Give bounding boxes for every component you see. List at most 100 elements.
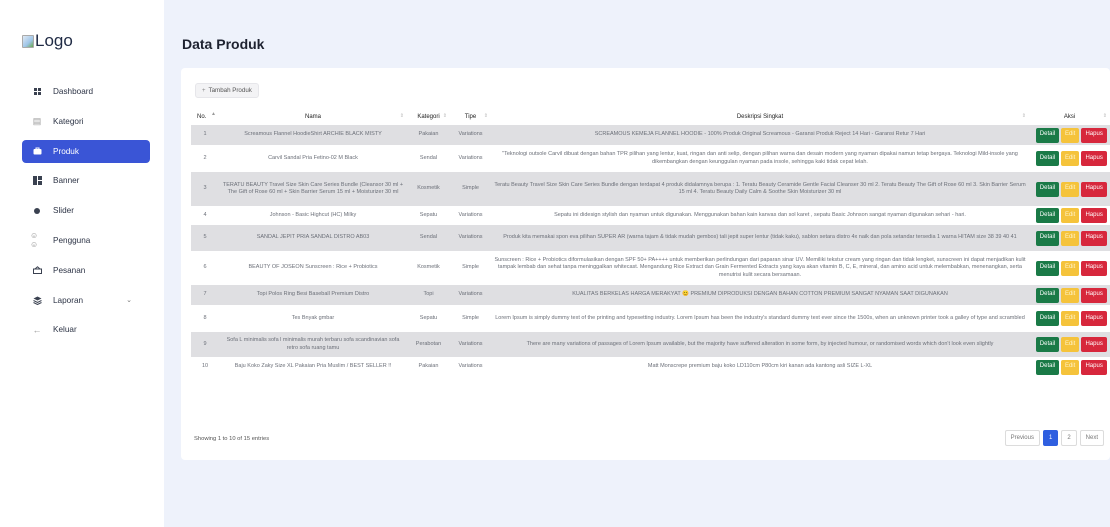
- edit-button[interactable]: Edit: [1060, 208, 1080, 223]
- table-row: 2 Carvil Sandal Pria Fetino-02 M Black Sen…: [191, 145, 1110, 172]
- delete-button[interactable]: Hapus: [1081, 287, 1107, 303]
- sidebar-item-label: Laporan: [53, 295, 84, 305]
- column-header-aksi[interactable]: Aksi ⇕: [1029, 108, 1110, 125]
- cell-nama: Sofa L minimalis sofa l minimalis murah …: [219, 332, 407, 357]
- delete-button[interactable]: Hapus: [1081, 181, 1107, 197]
- cell-tipe: Variations: [450, 206, 491, 225]
- edit-button[interactable]: Edit: [1060, 181, 1080, 197]
- table-row: 8 Tes Bnyak gmbar Sepatu Simple Lorem Ipsum …: [191, 305, 1110, 332]
- column-header-deskripsi[interactable]: Deskripsi Singkat ⇕: [491, 108, 1029, 125]
- add-product-button[interactable]: + Tambah Produk: [195, 83, 259, 98]
- cell-kategori: Pakaian: [407, 357, 450, 377]
- sidebar-item-banner[interactable]: Banner: [22, 169, 150, 192]
- detail-button[interactable]: Detail: [1036, 151, 1059, 166]
- users-icon: ☺☺: [30, 231, 39, 250]
- edit-button[interactable]: Edit: [1060, 127, 1080, 143]
- edit-button[interactable]: Edit: [1060, 311, 1080, 326]
- sort-asc-icon: ▲: [211, 111, 216, 117]
- cell-kategori: Sepatu: [407, 206, 450, 225]
- detail-button[interactable]: Detail: [1036, 181, 1059, 197]
- detail-button[interactable]: Detail: [1036, 230, 1059, 246]
- broken-image-icon: [22, 34, 34, 48]
- pagination-page-1[interactable]: 1: [1042, 430, 1059, 446]
- sort-icon: ⇕: [1021, 113, 1026, 119]
- pagination-previous[interactable]: Previous: [1004, 430, 1040, 446]
- detail-button[interactable]: Detail: [1036, 337, 1059, 352]
- sidebar-item-label: Pengguna: [53, 235, 91, 245]
- table-row: 9 Sofa L minimalis sofa l minimalis murah…: [191, 332, 1110, 357]
- detail-button[interactable]: Detail: [1036, 208, 1059, 223]
- sidebar-item-label: Slider: [53, 206, 74, 216]
- cell-tipe: Variations: [450, 285, 491, 305]
- delete-button[interactable]: Hapus: [1081, 127, 1107, 143]
- delete-button[interactable]: Hapus: [1081, 208, 1107, 223]
- column-header-no[interactable]: No. ▲: [191, 108, 219, 125]
- column-header-kategori[interactable]: Kategori ⇕: [407, 108, 450, 125]
- detail-button[interactable]: Detail: [1036, 127, 1059, 143]
- chevron-down-icon[interactable]: ⌄: [126, 296, 132, 304]
- cell-no: 1: [191, 125, 219, 145]
- logo[interactable]: Logo: [22, 31, 73, 51]
- table-row: 1 Screamous Flannel HoodieShirt ARCHIE BL…: [191, 125, 1110, 145]
- cell-no: 2: [191, 145, 219, 172]
- cell-aksi: Detail Edit Hapus: [1029, 251, 1110, 285]
- edit-button[interactable]: Edit: [1060, 230, 1080, 246]
- cell-deskripsi: SCREAMOUS KEMEJA FLANNEL HOODIE - 100% P…: [491, 125, 1029, 145]
- delete-button[interactable]: Hapus: [1081, 359, 1107, 375]
- cell-nama: SANDAL JEPIT PRIA SANDAL DISTRO AB03: [219, 225, 407, 251]
- delete-button[interactable]: Hapus: [1081, 230, 1107, 246]
- detail-button[interactable]: Detail: [1036, 359, 1059, 375]
- page-title: Data Produk: [182, 36, 265, 52]
- sidebar-item-label: Dashboard: [53, 87, 94, 96]
- edit-button[interactable]: Edit: [1060, 287, 1080, 303]
- cell-aksi: Detail Edit Hapus: [1029, 225, 1110, 251]
- cell-tipe: Variations: [450, 357, 491, 377]
- sidebar-item-slider[interactable]: Slider: [22, 199, 150, 222]
- sidebar-item-produk[interactable]: Produk: [22, 139, 150, 163]
- sidebar-nav: Dashboard ▤ Kategori Produk Banner Slide…: [22, 80, 150, 348]
- cell-deskripsi: Teratu Beauty Travel Size Skin Care Seri…: [491, 172, 1029, 206]
- cell-nama: Carvil Sandal Pria Fetino-02 M Black: [219, 145, 407, 172]
- column-header-nama[interactable]: Nama ⇕: [219, 108, 407, 125]
- slider-dot-icon: [30, 207, 44, 214]
- sidebar-item-laporan[interactable]: Laporan ⌄: [22, 289, 150, 312]
- product-card: + Tambah Produk No. ▲ Nama ⇕ Kategori ⇕ Tip…: [181, 68, 1110, 460]
- sidebar-item-keluar[interactable]: ← Keluar: [22, 318, 150, 341]
- pagination-next[interactable]: Next: [1079, 430, 1104, 446]
- column-header-tipe[interactable]: Tipe ⇕: [450, 108, 491, 125]
- delete-button[interactable]: Hapus: [1081, 260, 1107, 276]
- cell-nama: Baju Koko Zaky Size XL Pakaian Pria Musl…: [219, 357, 407, 377]
- cell-kategori: Pakaian: [407, 125, 450, 145]
- report-layers-icon: [30, 296, 44, 305]
- cell-aksi: Detail Edit Hapus: [1029, 206, 1110, 225]
- delete-button[interactable]: Hapus: [1081, 311, 1107, 326]
- sidebar-item-dashboard[interactable]: Dashboard: [22, 80, 150, 103]
- cell-nama: Johnson - Basic Highcut (HC) Milky: [219, 206, 407, 225]
- detail-button[interactable]: Detail: [1036, 260, 1059, 276]
- orders-icon: [30, 266, 44, 275]
- edit-button[interactable]: Edit: [1060, 337, 1080, 352]
- sidebar-item-kategori[interactable]: ▤ Kategori: [22, 110, 150, 133]
- cell-tipe: Simple: [450, 305, 491, 332]
- pagination-page-2[interactable]: 2: [1061, 430, 1077, 446]
- table-row: 10 Baju Koko Zaky Size XL Pakaian Pria Mu…: [191, 357, 1110, 377]
- sort-icon: ⇕: [399, 113, 404, 119]
- delete-button[interactable]: Hapus: [1081, 151, 1107, 166]
- edit-button[interactable]: Edit: [1060, 359, 1080, 375]
- cell-tipe: Variations: [450, 332, 491, 357]
- table-row: 4 Johnson - Basic Highcut (HC) Milky Sepat…: [191, 206, 1110, 225]
- sidebar-item-pengguna[interactable]: ☺☺ Pengguna: [22, 229, 150, 252]
- detail-button[interactable]: Detail: [1036, 311, 1059, 326]
- cell-nama: Screamous Flannel HoodieShirt ARCHIE BLA…: [219, 125, 407, 145]
- delete-button[interactable]: Hapus: [1081, 337, 1107, 352]
- edit-button[interactable]: Edit: [1060, 260, 1080, 276]
- cell-no: 5: [191, 225, 219, 251]
- sidebar-item-pesanan[interactable]: Pesanan: [22, 259, 150, 282]
- detail-button[interactable]: Detail: [1036, 287, 1059, 303]
- table-row: 5 SANDAL JEPIT PRIA SANDAL DISTRO AB03 Sen…: [191, 225, 1110, 251]
- edit-button[interactable]: Edit: [1060, 151, 1080, 166]
- sidebar-item-label: Pesanan: [53, 265, 86, 275]
- table-row: 7 Topi Polos Ring Besi Baseball Premium D…: [191, 285, 1110, 305]
- cell-deskripsi: Lorem Ipsum is simply dummy text of the …: [491, 305, 1029, 332]
- sidebar-item-label: Produk: [53, 146, 79, 156]
